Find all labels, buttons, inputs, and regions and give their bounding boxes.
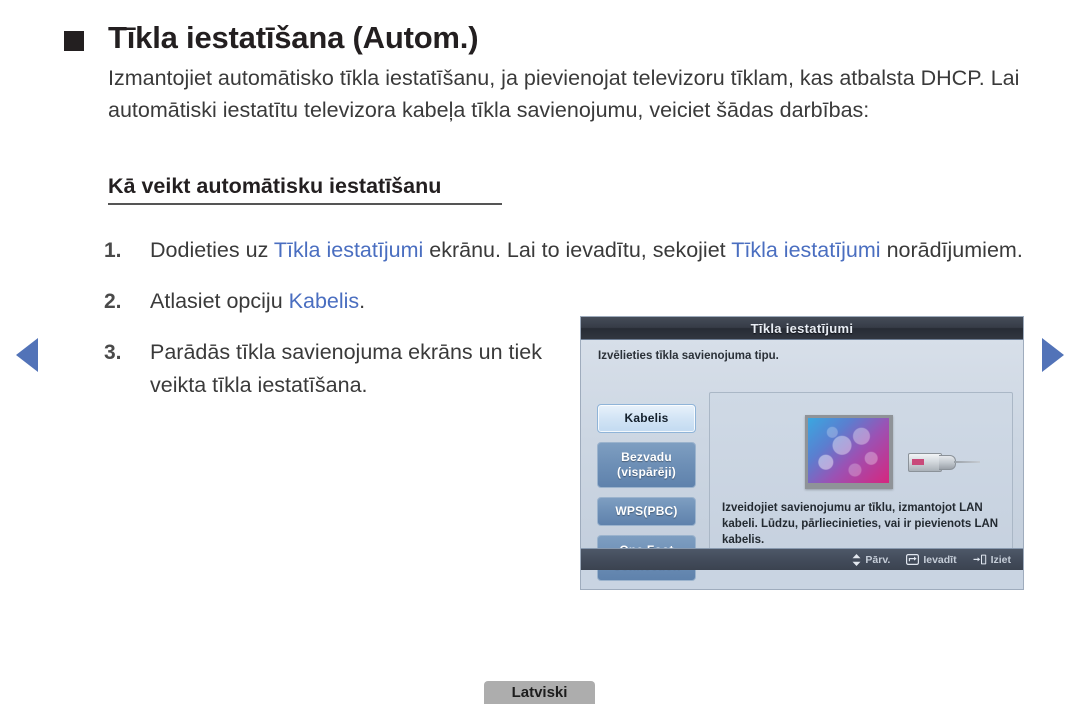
next-page-arrow-icon[interactable] [1042, 338, 1064, 372]
step-number: 2. [104, 290, 122, 313]
osd-footer-label-move: Pārv. [865, 553, 891, 566]
osd-body: Izvēlieties tīkla savienojuma tipu. Kabe… [581, 340, 1023, 581]
plug-body [908, 453, 942, 472]
step1-link-network-settings-2[interactable]: Tīkla iestatījumi [731, 238, 880, 262]
intro-paragraph: Izmantojiet automātisko tīkla iestatīšan… [108, 66, 1020, 122]
language-badge[interactable]: Latviski [484, 681, 595, 704]
up-down-arrow-icon [852, 553, 861, 566]
enter-icon [906, 554, 920, 565]
step1-text-part1: Dodieties uz [150, 238, 274, 262]
osd-footer-label-exit: Iziet [990, 553, 1011, 566]
television-icon [805, 415, 893, 489]
osd-content-pane: Izveidojiet savienojumu ar tīklu, izmant… [709, 392, 1013, 561]
step1-text-part2: ekrānu. Lai to ievadītu, sekojiet [423, 238, 732, 262]
step-item-2: 2. Atlasiet opciju Kabelis. [104, 285, 1034, 318]
step-text: Atlasiet opciju Kabelis. [150, 285, 365, 318]
subheading-text: Kā veikt automātisku iestatīšanu [108, 174, 442, 198]
osd-button-bezvadu[interactable]: Bezvadu (vispārēji) [597, 442, 696, 488]
osd-footer-item-exit[interactable]: Iziet [973, 554, 1011, 566]
page-title: Tīkla iestatīšana (Autom.) [108, 20, 479, 55]
plug-wire [954, 461, 980, 463]
subheading-block: Kā veikt automātisku iestatīšanu [108, 172, 502, 205]
osd-footer-label-enter: Ievadīt [923, 553, 957, 566]
osd-footer-bar: Pārv. Ievadīt Iziet [581, 548, 1023, 570]
step-text: Dodieties uz Tīkla iestatījumi ekrānu. L… [150, 234, 1023, 267]
osd-title-bar: Tīkla iestatījumi [581, 317, 1023, 340]
osd-instruction-text: Izvēlieties tīkla savienojuma tipu. [598, 350, 779, 362]
step2-link-cable[interactable]: Kabelis [289, 289, 360, 313]
bullet-square-icon [64, 31, 84, 51]
step-number: 1. [104, 239, 122, 262]
step-text: Parādās tīkla savienojuma ekrāns un tiek… [150, 340, 542, 397]
lan-cable-connector-icon [908, 451, 980, 473]
step-item-1: 1. Dodieties uz Tīkla iestatījumi ekrānu… [104, 234, 1034, 267]
tv-osd-panel: Tīkla iestatījumi Izvēlieties tīkla savi… [580, 316, 1024, 590]
step2-text-part1: Atlasiet opciju [150, 289, 289, 313]
osd-description-text: Izveidojiet savienojumu ar tīklu, izmant… [722, 502, 999, 546]
step2-text-part2: . [359, 289, 366, 313]
osd-title: Tīkla iestatījumi [750, 320, 854, 336]
step1-text-part3: norādījumiem. [880, 238, 1023, 262]
plug-stripe [912, 459, 924, 465]
subheading-divider [108, 203, 502, 205]
tv-screen-graphic [808, 418, 889, 483]
osd-footer-item-enter[interactable]: Ievadīt [906, 553, 957, 566]
step1-link-network-settings-1[interactable]: Tīkla iestatījumi [274, 238, 423, 262]
osd-illustration [710, 393, 1012, 511]
osd-button-kabelis[interactable]: Kabelis [597, 404, 696, 433]
osd-button-wps-pbc[interactable]: WPS(PBC) [597, 497, 696, 526]
exit-icon [973, 554, 987, 565]
previous-page-arrow-icon[interactable] [16, 338, 38, 372]
osd-footer-item-move[interactable]: Pārv. [852, 553, 891, 566]
page-heading: Tīkla iestatīšana (Autom.) [64, 20, 479, 56]
step-number: 3. [104, 341, 122, 364]
